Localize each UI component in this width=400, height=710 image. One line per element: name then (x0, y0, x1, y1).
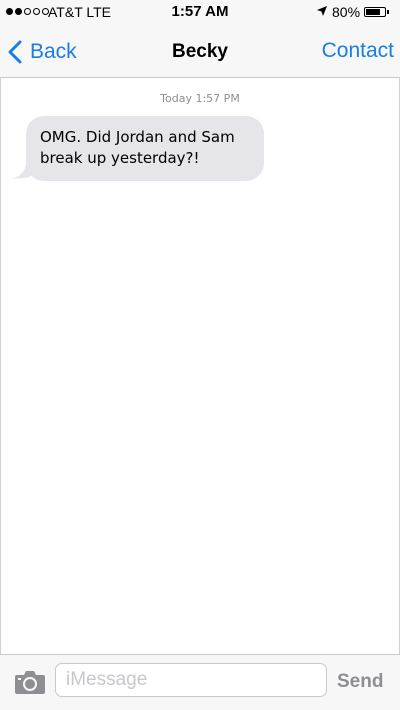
location-arrow-icon (317, 6, 327, 16)
message-timestamp: Today 1:57 PM (160, 92, 240, 105)
battery-tip (387, 10, 389, 14)
status-bar: AT&T LTE 1:57 AM 80% (0, 0, 400, 24)
message-input-bar: Send (0, 654, 400, 710)
phone-frame (0, 0, 400, 710)
camera-icon[interactable] (14, 669, 46, 695)
navigation-bar: Back Becky Contact (0, 24, 400, 78)
battery-percent: 80% (332, 4, 361, 20)
message-text: OMG. Did Jordan and Sam break up yesterd… (40, 128, 235, 167)
send-button[interactable]: Send (337, 671, 383, 693)
battery-fill (366, 9, 380, 15)
contact-button[interactable]: Contact (322, 39, 394, 63)
battery-icon (364, 7, 386, 17)
incoming-message-bubble[interactable]: OMG. Did Jordan and Sam break up yesterd… (26, 116, 264, 181)
message-input[interactable] (55, 663, 327, 697)
